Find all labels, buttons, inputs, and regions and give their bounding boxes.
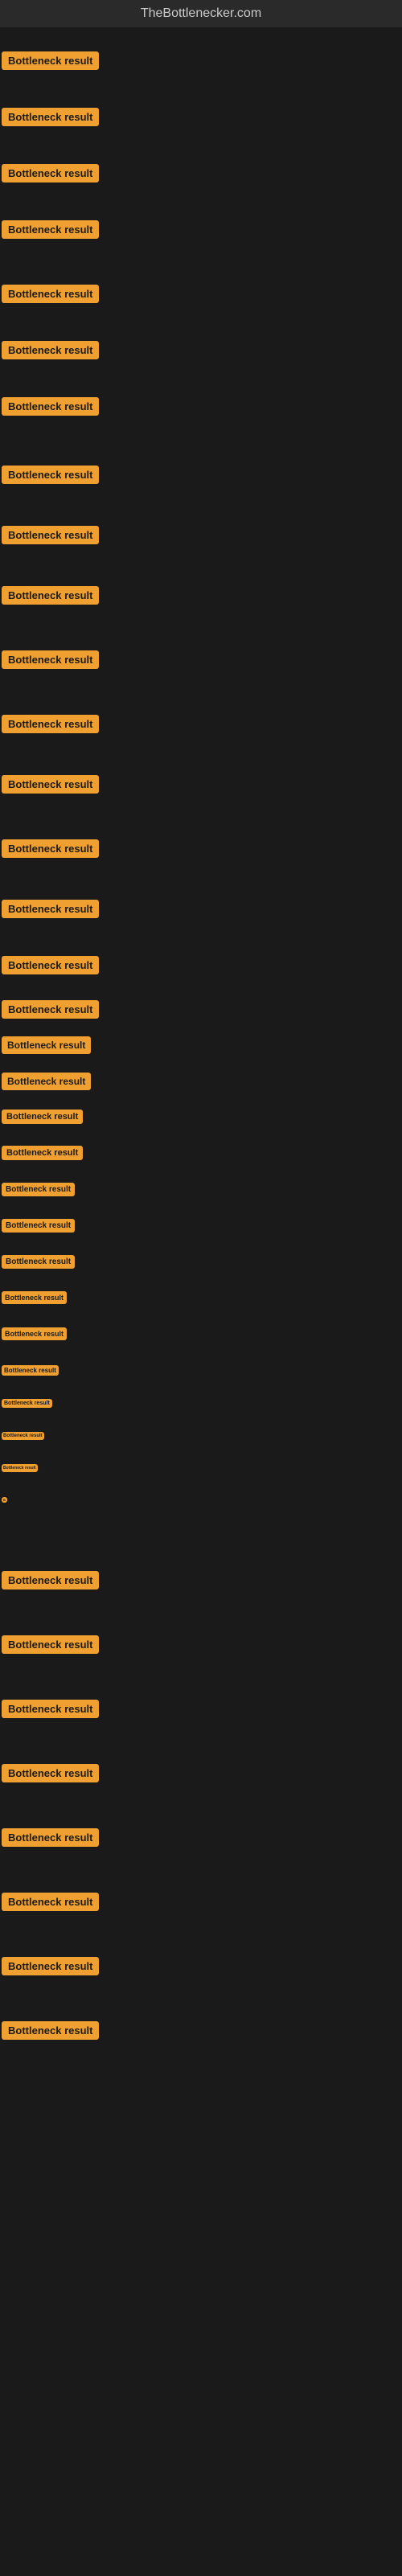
bottleneck-item-24: Bottleneck result — [2, 1253, 75, 1269]
bottleneck-item-8: Bottleneck result — [2, 466, 99, 484]
bottleneck-badge-9[interactable]: Bottleneck result — [2, 526, 99, 544]
bottleneck-item-4: Bottleneck result — [2, 220, 99, 239]
bottleneck-item-31: B — [2, 1491, 7, 1505]
bottleneck-item-14: Bottleneck result — [2, 839, 99, 858]
bottleneck-item-29: Bottleneck result — [2, 1426, 44, 1441]
bottleneck-item-11: Bottleneck result — [2, 650, 99, 669]
bottleneck-badge-23[interactable]: Bottleneck result — [2, 1219, 75, 1233]
bottleneck-badge-22[interactable]: Bottleneck result — [2, 1183, 75, 1196]
site-title: TheBottlenecker.com — [0, 0, 402, 27]
bottleneck-badge-5[interactable]: Bottleneck result — [2, 285, 99, 303]
bottleneck-badge-34[interactable]: Bottleneck result — [2, 1635, 99, 1654]
bottleneck-badge-1[interactable]: Bottleneck result — [2, 51, 99, 70]
bottleneck-badge-24[interactable]: Bottleneck result — [2, 1255, 75, 1269]
bottleneck-badge-14[interactable]: Bottleneck result — [2, 839, 99, 858]
bottleneck-item-23: Bottleneck result — [2, 1217, 75, 1233]
bottleneck-badge-17[interactable]: Bottleneck result — [2, 1000, 99, 1019]
bottleneck-badge-26[interactable]: Bottleneck result — [2, 1327, 67, 1340]
bottleneck-badge-31[interactable]: B — [2, 1497, 7, 1503]
bottleneck-item-28: Bottleneck result — [2, 1394, 52, 1409]
bottleneck-item-22: Bottleneck result — [2, 1181, 75, 1196]
bottleneck-item-33: Bottleneck result — [2, 1571, 99, 1589]
bottleneck-badge-15[interactable]: Bottleneck result — [2, 900, 99, 918]
bottleneck-badge-37[interactable]: Bottleneck result — [2, 1828, 99, 1847]
bottleneck-badge-21[interactable]: Bottleneck result — [2, 1146, 83, 1160]
bottleneck-badge-30[interactable]: Bottleneck result — [2, 1464, 38, 1472]
bottleneck-badge-36[interactable]: Bottleneck result — [2, 1764, 99, 1782]
bottleneck-badge-7[interactable]: Bottleneck result — [2, 397, 99, 416]
bottleneck-item-27: Bottleneck result — [2, 1362, 59, 1376]
bottleneck-item-16: Bottleneck result — [2, 956, 99, 974]
bottleneck-item-7: Bottleneck result — [2, 397, 99, 416]
bottleneck-badge-18[interactable]: Bottleneck result — [2, 1036, 91, 1054]
bottleneck-badge-38[interactable]: Bottleneck result — [2, 1893, 99, 1911]
bottleneck-badge-40[interactable]: Bottleneck result — [2, 2021, 99, 2040]
bottleneck-item-17: Bottleneck result — [2, 1000, 99, 1019]
bottleneck-item-30: Bottleneck result — [2, 1458, 38, 1473]
bottleneck-item-13: Bottleneck result — [2, 775, 99, 794]
bottleneck-item-38: Bottleneck result — [2, 1893, 99, 1911]
bottleneck-item-39: Bottleneck result — [2, 1957, 99, 1975]
bottleneck-badge-20[interactable]: Bottleneck result — [2, 1110, 83, 1124]
bottleneck-item-34: Bottleneck result — [2, 1635, 99, 1654]
bottleneck-item-35: Bottleneck result — [2, 1700, 99, 1718]
bottleneck-badge-29[interactable]: Bottleneck result — [2, 1432, 44, 1440]
bottleneck-item-36: Bottleneck result — [2, 1764, 99, 1782]
bottleneck-badge-13[interactable]: Bottleneck result — [2, 775, 99, 794]
bottleneck-item-5: Bottleneck result — [2, 285, 99, 303]
bottleneck-item-40: Bottleneck result — [2, 2021, 99, 2040]
bottleneck-badge-8[interactable]: Bottleneck result — [2, 466, 99, 484]
bottleneck-badge-27[interactable]: Bottleneck result — [2, 1365, 59, 1376]
bottleneck-item-6: Bottleneck result — [2, 341, 99, 359]
bottleneck-badge-11[interactable]: Bottleneck result — [2, 650, 99, 669]
bottleneck-badge-19[interactable]: Bottleneck result — [2, 1073, 91, 1090]
bottleneck-item-12: Bottleneck result — [2, 715, 99, 733]
bottleneck-item-2: Bottleneck result — [2, 108, 99, 126]
bottleneck-badge-6[interactable]: Bottleneck result — [2, 341, 99, 359]
bottleneck-item-19: Bottleneck result — [2, 1073, 91, 1090]
bottleneck-badge-33[interactable]: Bottleneck result — [2, 1571, 99, 1589]
bottleneck-item-10: Bottleneck result — [2, 586, 99, 605]
bottleneck-badge-3[interactable]: Bottleneck result — [2, 164, 99, 183]
bottleneck-item-1: Bottleneck result — [2, 51, 99, 70]
bottleneck-item-15: Bottleneck result — [2, 900, 99, 918]
bottleneck-item-37: Bottleneck result — [2, 1828, 99, 1847]
bottleneck-item-3: Bottleneck result — [2, 164, 99, 183]
bottleneck-badge-10[interactable]: Bottleneck result — [2, 586, 99, 605]
bottleneck-item-18: Bottleneck result — [2, 1036, 91, 1054]
bottleneck-item-20: Bottleneck result — [2, 1109, 83, 1124]
bottleneck-badge-35[interactable]: Bottleneck result — [2, 1700, 99, 1718]
bottleneck-item-26: Bottleneck result — [2, 1326, 67, 1340]
bottleneck-badge-16[interactable]: Bottleneck result — [2, 956, 99, 974]
bottleneck-badge-12[interactable]: Bottleneck result — [2, 715, 99, 733]
bottleneck-badge-25[interactable]: Bottleneck result — [2, 1291, 67, 1304]
bottleneck-item-9: Bottleneck result — [2, 526, 99, 544]
bottleneck-badge-28[interactable]: Bottleneck result — [2, 1399, 52, 1408]
bottleneck-item-21: Bottleneck result — [2, 1145, 83, 1160]
bottleneck-badge-39[interactable]: Bottleneck result — [2, 1957, 99, 1975]
bottleneck-item-25: Bottleneck result — [2, 1290, 67, 1304]
bottleneck-badge-4[interactable]: Bottleneck result — [2, 220, 99, 239]
bottleneck-badge-2[interactable]: Bottleneck result — [2, 108, 99, 126]
